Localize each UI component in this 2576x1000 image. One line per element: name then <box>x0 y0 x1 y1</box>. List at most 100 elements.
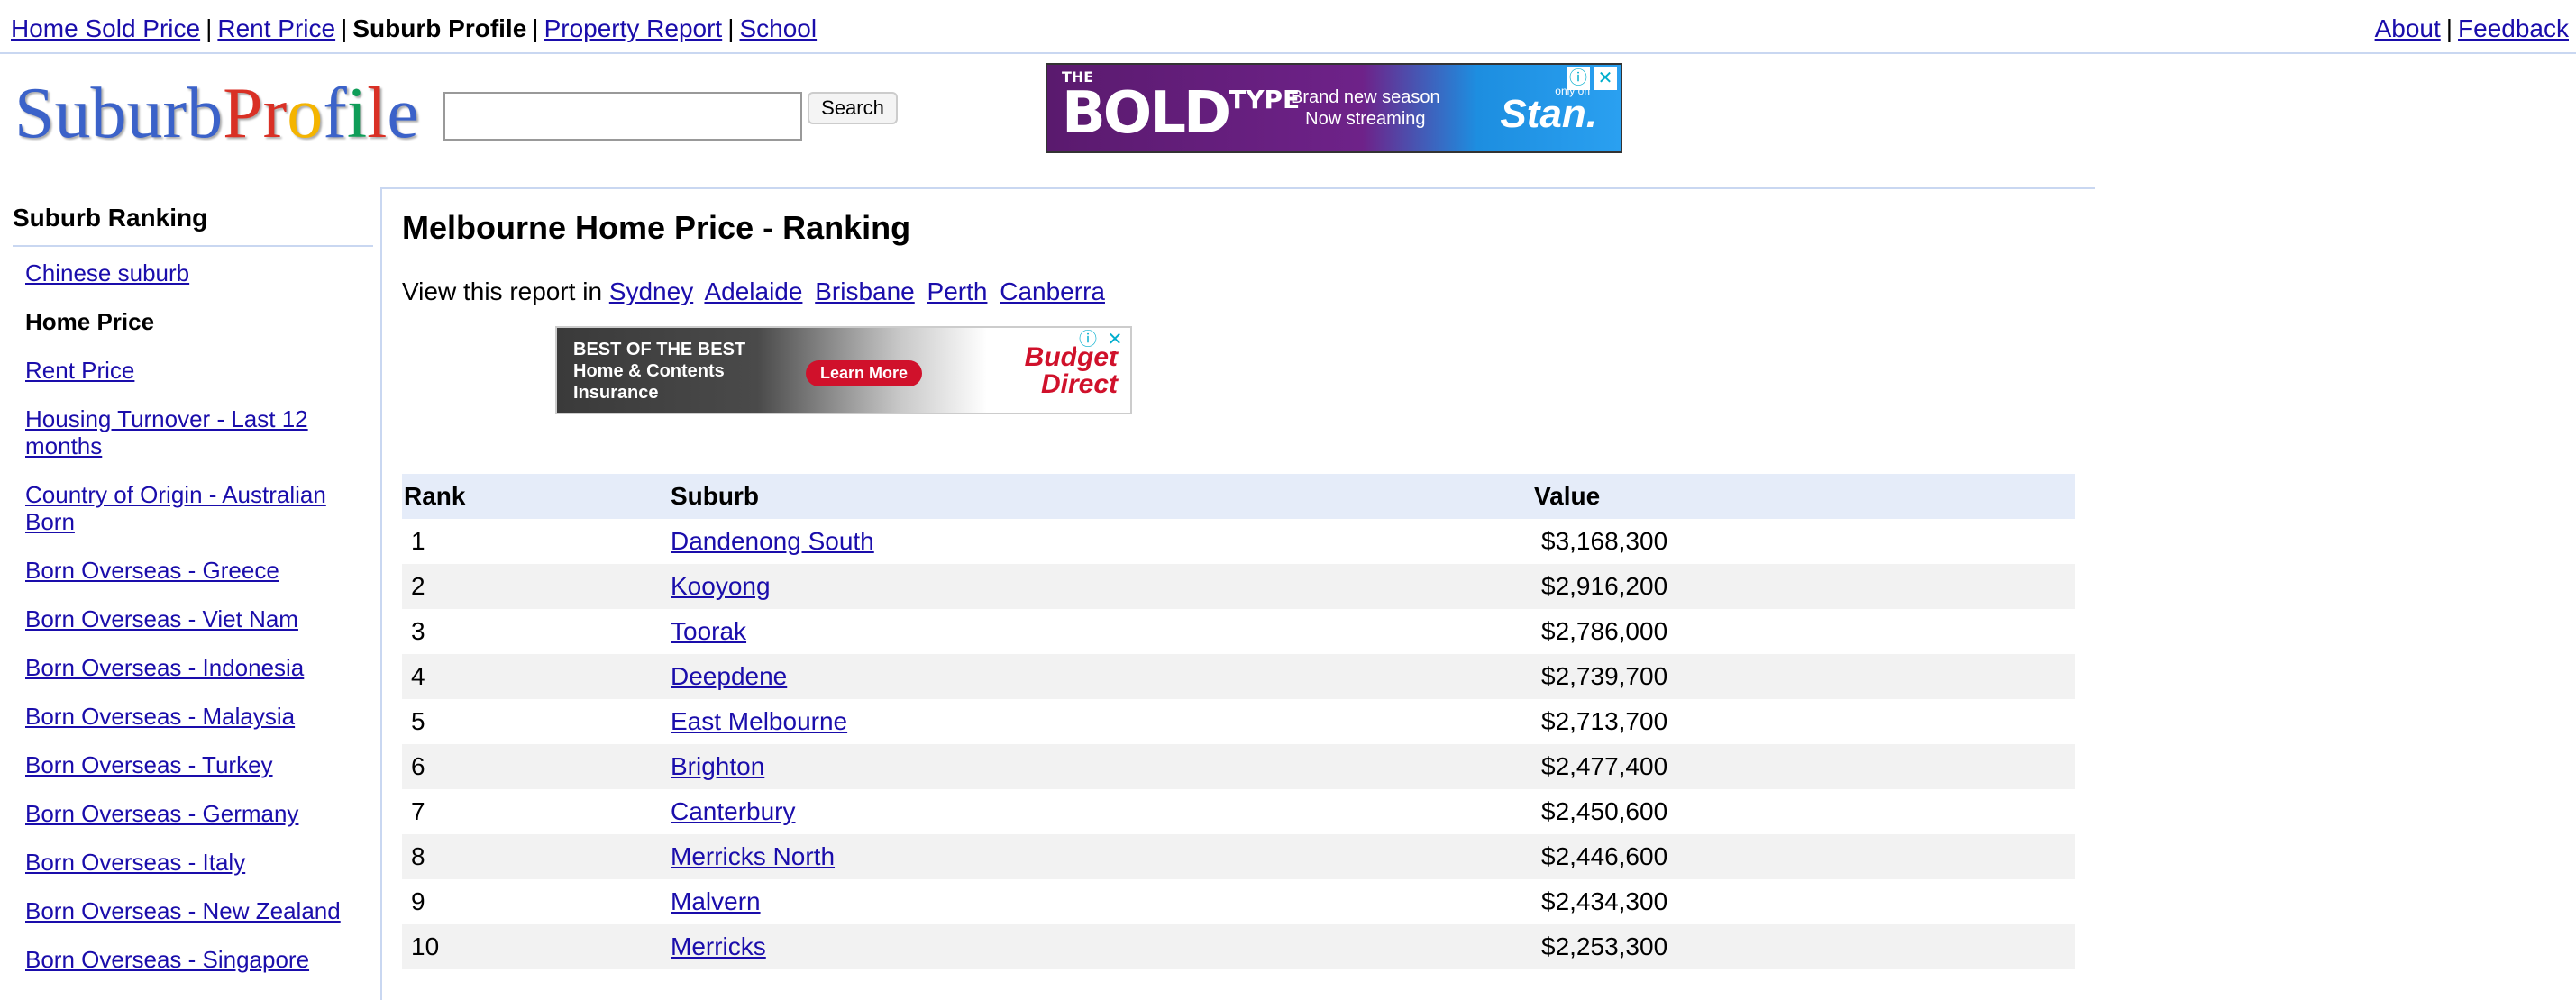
suburb-cell: Kooyong <box>671 564 1532 609</box>
rank-cell: 2 <box>402 564 671 609</box>
nav-rent-price[interactable]: Rent Price <box>217 14 335 42</box>
ad-close-icon[interactable]: ✕ <box>1594 67 1617 90</box>
sidebar-link[interactable]: Country of Origin - Australian Born <box>25 481 326 535</box>
ranking-table: Rank Suburb Value 1 Dandenong South $3,168… <box>402 474 2075 969</box>
search-button[interactable]: Search <box>808 92 898 124</box>
value-cell: $2,450,600 <box>1541 797 1668 825</box>
value-cell: $2,434,300 <box>1541 887 1668 915</box>
table-body: 1 Dandenong South $3,168,300 2 Kooyong $2,916… <box>402 519 2075 969</box>
sidebar: Suburb Ranking Chinese suburb Home Price R… <box>13 204 373 995</box>
city-link[interactable]: Sydney <box>609 277 693 305</box>
logo-letter: b <box>90 74 127 153</box>
ad-mid-text: BEST OF THE BEST Home & Contents Insuran… <box>573 339 745 404</box>
ad-mid-line-3: Insurance <box>573 383 659 403</box>
ad-top-brand: Stan. <box>1500 92 1597 136</box>
sidebar-item: Born Overseas - Turkey <box>25 751 373 778</box>
banner-ad-top[interactable]: THE BOLDTYPE Brand new season Now stream… <box>1046 63 1622 153</box>
suburb-link[interactable]: Merricks <box>671 932 766 960</box>
sidebar-link[interactable]: Born Overseas - Italy <box>25 849 245 876</box>
page-title: Melbourne Home Price - Ranking <box>402 209 911 246</box>
nav-about[interactable]: About <box>2375 14 2441 42</box>
nav-separator: | <box>206 14 213 42</box>
sidebar-title: Suburb Ranking <box>13 204 373 247</box>
suburb-link[interactable]: Deepdene <box>671 662 787 690</box>
suburb-cell: Malvern <box>671 879 1532 924</box>
table-row: 3 Toorak $2,786,000 <box>402 609 2075 654</box>
logo-letter: o <box>287 74 324 153</box>
ad-top-bold: BOLD <box>1062 80 1231 147</box>
sidebar-item: Rent Price <box>25 357 373 384</box>
banner-ad-insurance[interactable]: BEST OF THE BEST Home & Contents Insuran… <box>555 326 1132 414</box>
logo-letter: e <box>387 74 419 153</box>
sidebar-link[interactable]: Born Overseas - Greece <box>25 557 279 584</box>
suburb-link[interactable]: Malvern <box>671 887 761 915</box>
suburb-link[interactable]: Canterbury <box>671 797 796 825</box>
sidebar-link[interactable]: Chinese suburb <box>25 259 189 286</box>
sidebar-item: Born Overseas - Viet Nam <box>25 605 373 632</box>
sidebar-list: Chinese suburb Home Price Rent Price Housin… <box>13 247 373 973</box>
column-header-value: Value <box>1532 474 2075 519</box>
table-row: 4 Deepdene $2,739,700 <box>402 654 2075 699</box>
value-cell: $2,786,000 <box>1541 617 1668 645</box>
value-cell: $2,916,200 <box>1532 564 2075 609</box>
sidebar-item: Born Overseas - New Zealand <box>25 897 373 924</box>
value-cell: $2,446,600 <box>1532 834 2075 879</box>
suburb-link[interactable]: East Melbourne <box>671 707 847 735</box>
city-link[interactable]: Perth <box>927 277 988 305</box>
sidebar-link[interactable]: Housing Turnover - Last 12 months <box>25 405 308 459</box>
ad-mid-line-2: Home & Contents <box>573 361 725 381</box>
main-content: Melbourne Home Price - Ranking View this… <box>380 187 2095 1000</box>
suburb-cell: Dandenong South <box>671 519 1532 564</box>
sidebar-link[interactable]: Born Overseas - Indonesia <box>25 654 304 681</box>
nav-property-report[interactable]: Property Report <box>544 14 723 42</box>
sidebar-link[interactable]: Born Overseas - Turkey <box>25 751 273 778</box>
nav-home-sold-price[interactable]: Home Sold Price <box>11 14 200 42</box>
ad-info-icon[interactable]: ⓘ <box>1076 328 1100 351</box>
sidebar-item: Born Overseas - Italy <box>25 849 373 876</box>
table-row: 2 Kooyong $2,916,200 <box>402 564 2075 609</box>
ad-mid-brand: Budget Direct <box>1025 344 1118 398</box>
table-row: 7 Canterbury $2,450,600 <box>402 789 2075 834</box>
sidebar-item: Home Price <box>25 308 373 335</box>
rank-cell: 9 <box>411 887 425 915</box>
logo-letter: S <box>14 74 55 153</box>
city-link[interactable]: Adelaide <box>704 277 802 305</box>
view-report-line: View this report in Sydney Adelaide Bris… <box>402 277 1110 306</box>
rank-cell: 4 <box>402 654 671 699</box>
sidebar-link[interactable]: Born Overseas - Malaysia <box>25 703 295 730</box>
logo-letter: u <box>126 74 163 153</box>
ad-learn-more-button[interactable]: Learn More <box>806 360 923 386</box>
ad-info-icon[interactable]: ⓘ <box>1567 67 1590 90</box>
suburb-link[interactable]: Dandenong South <box>671 527 874 555</box>
logo-letter: P <box>223 74 263 153</box>
city-link[interactable]: Brisbane <box>815 277 915 305</box>
column-header-rank: Rank <box>402 474 671 519</box>
ad-close-icon[interactable]: ✕ <box>1103 328 1127 351</box>
sidebar-link[interactable]: Rent Price <box>25 357 134 384</box>
nav-separator: | <box>341 14 348 42</box>
sidebar-link[interactable]: Born Overseas - Singapore <box>25 946 309 973</box>
sidebar-link[interactable]: Born Overseas - New Zealand <box>25 897 341 924</box>
search-input[interactable] <box>443 92 802 141</box>
suburb-link[interactable]: Kooyong <box>671 572 771 600</box>
ad-mid-brand-2: Direct <box>1040 369 1118 399</box>
logo-letter: r <box>162 74 187 153</box>
city-link[interactable]: Canberra <box>1000 277 1105 305</box>
suburb-link[interactable]: Merricks North <box>671 842 835 870</box>
suburb-link[interactable]: Brighton <box>671 752 764 780</box>
value-cell: $2,253,300 <box>1532 924 2075 969</box>
sidebar-link[interactable]: Born Overseas - Germany <box>25 800 298 827</box>
ad-top-title: THE BOLDTYPE <box>1062 70 1300 143</box>
ad-top-tagline: Brand new season Now streaming <box>1291 86 1440 130</box>
nav-school[interactable]: School <box>739 14 817 42</box>
value-cell: $2,739,700 <box>1532 654 2075 699</box>
table-row: 10 Merricks $2,253,300 <box>402 924 2075 969</box>
sidebar-link[interactable]: Born Overseas - Viet Nam <box>25 605 298 632</box>
rank-cell: 7 <box>411 797 425 825</box>
site-logo[interactable]: SuburbProfile <box>14 77 419 150</box>
suburb-cell: Brighton <box>671 744 1532 789</box>
nav-feedback[interactable]: Feedback <box>2458 14 2569 42</box>
nav-separator: | <box>727 14 735 42</box>
ad-top-tagline-1: Brand new season <box>1291 87 1440 107</box>
suburb-link[interactable]: Toorak <box>671 617 746 645</box>
